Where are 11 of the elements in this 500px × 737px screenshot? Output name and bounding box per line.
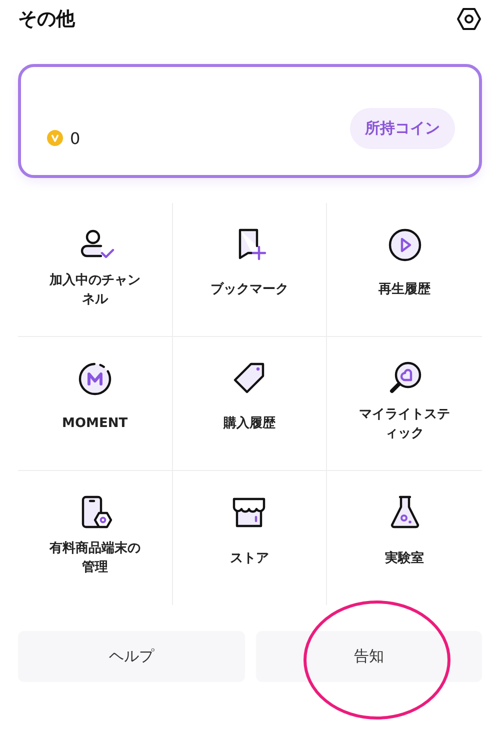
menu-item[interactable]: 購入履歴 <box>172 337 328 471</box>
menu-item[interactable]: ブックマーク <box>172 203 328 337</box>
coin-icon <box>47 130 63 146</box>
settings-icon[interactable] <box>456 6 482 32</box>
menu-item[interactable]: MOMENT <box>18 337 173 471</box>
footer-button[interactable]: ヘルプ <box>18 631 244 682</box>
coin-count: 0 <box>70 128 80 148</box>
footer-button[interactable]: 告知 <box>256 631 482 682</box>
menu-item[interactable]: 加入中のチャンネル <box>18 203 173 337</box>
page-title: その他 <box>18 7 75 32</box>
owned-coins-button[interactable]: 所持コイン <box>350 108 455 148</box>
